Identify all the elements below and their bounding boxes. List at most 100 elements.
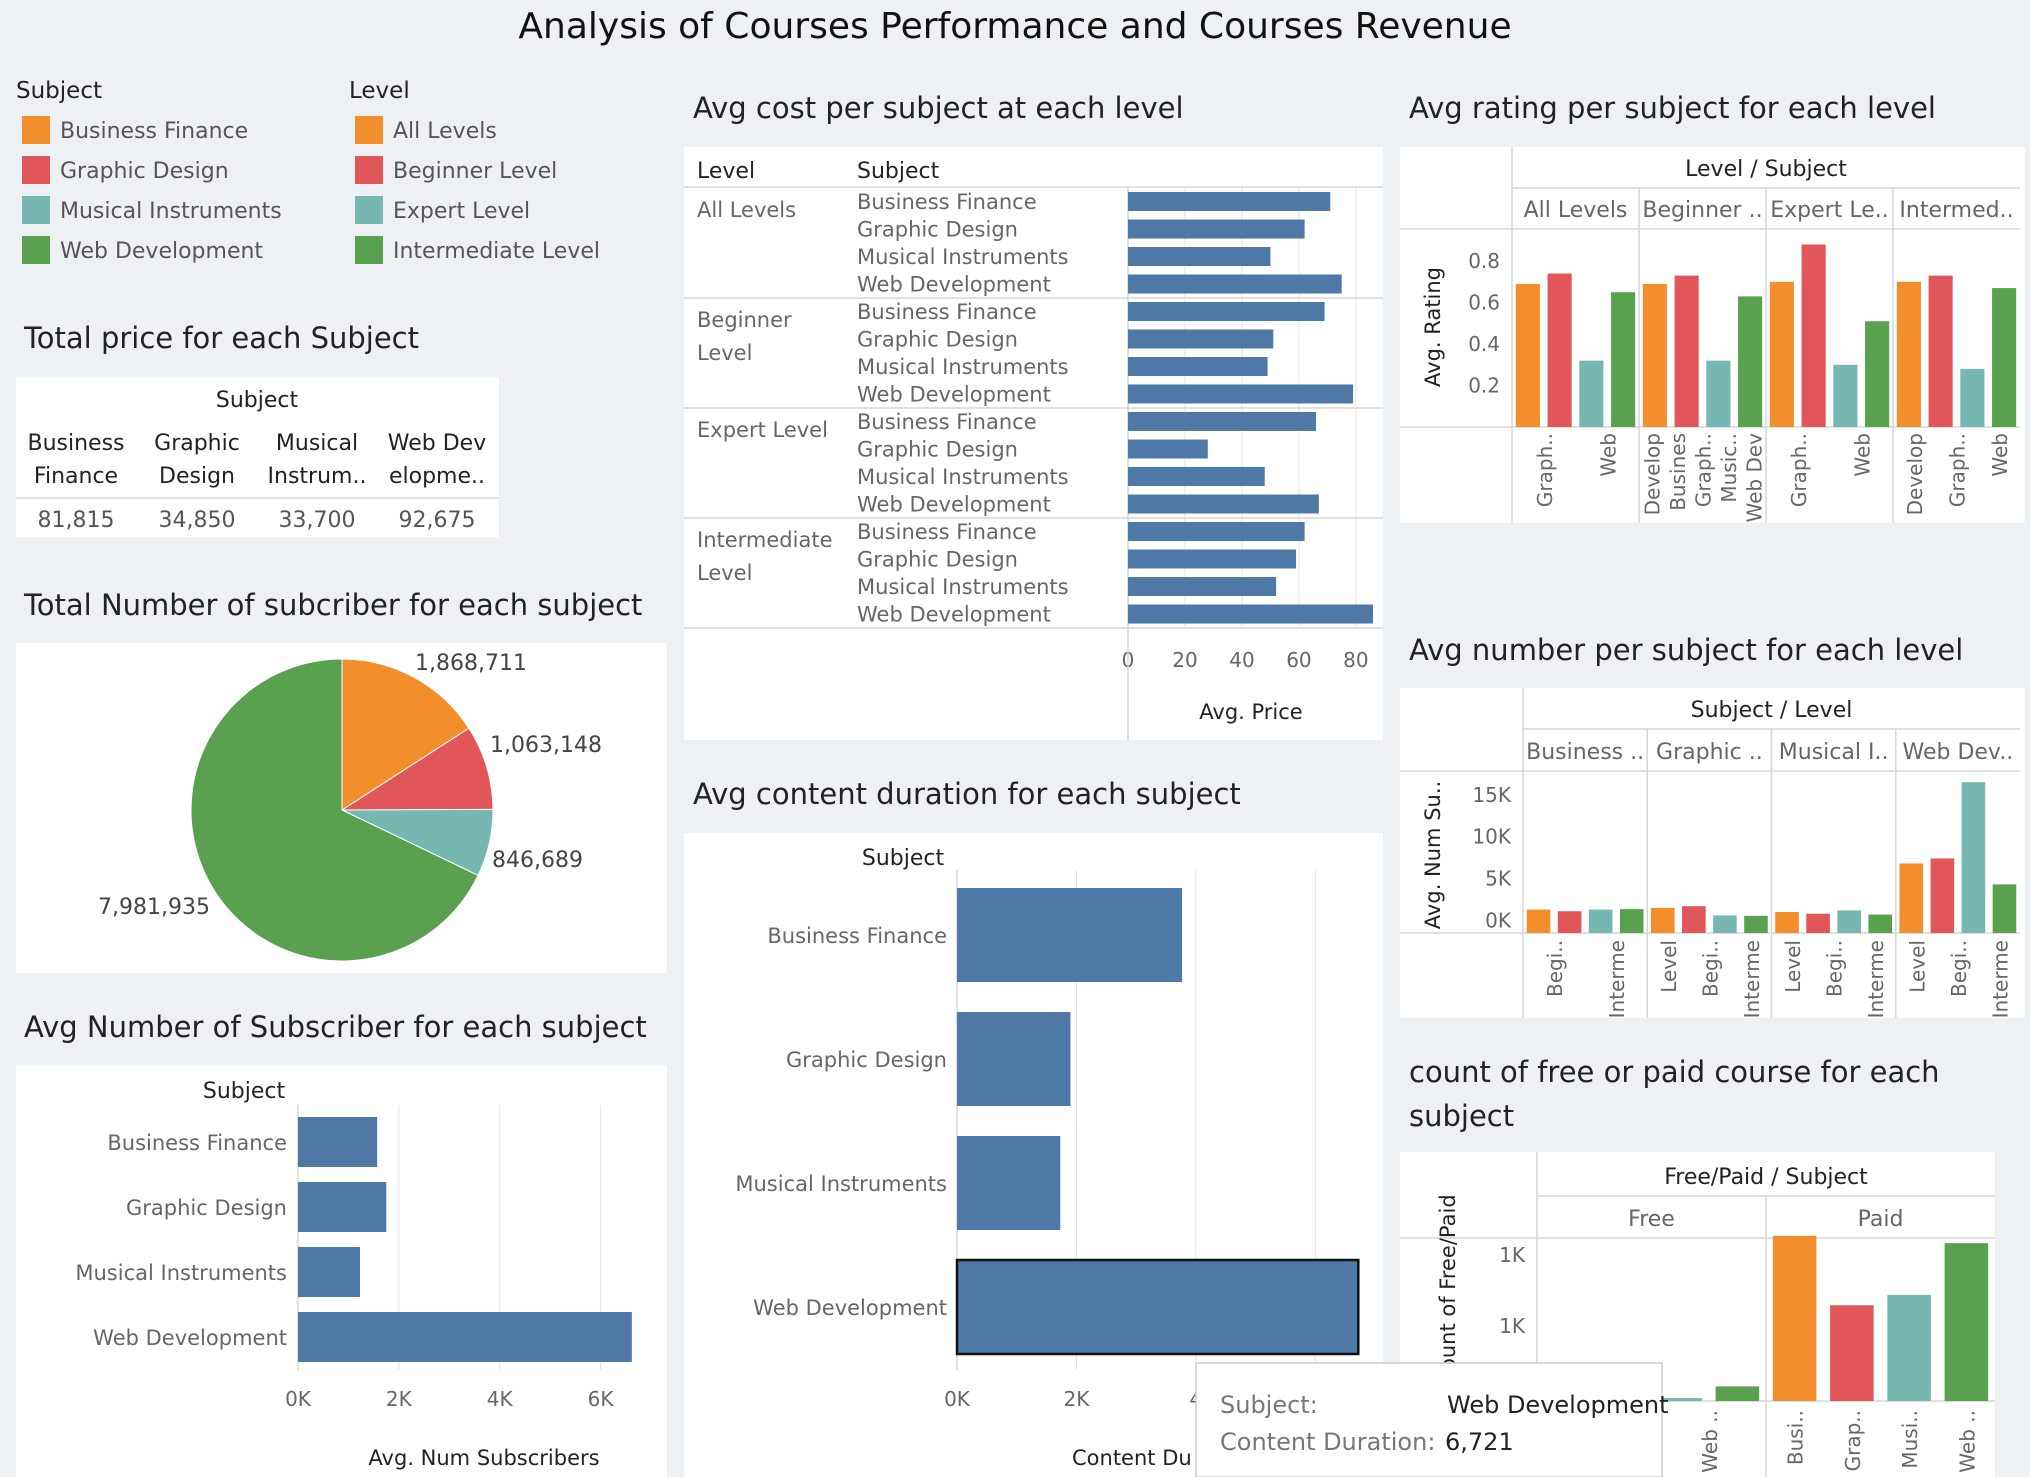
bar-web-development[interactable] bbox=[298, 1312, 632, 1362]
level-label: Beginner bbox=[697, 308, 792, 332]
legend-swatch-musical-instruments[interactable] bbox=[22, 196, 50, 224]
bar-paid-business-finance[interactable] bbox=[1772, 1235, 1817, 1401]
bar-web-development[interactable] bbox=[1128, 384, 1354, 404]
bar-business-finance[interactable] bbox=[1128, 522, 1305, 541]
x-tick-label: Develop bbox=[1903, 433, 1927, 515]
level-label: Level bbox=[697, 341, 752, 365]
bar-free-web-development[interactable] bbox=[1715, 1386, 1760, 1401]
legend-label-musical-instruments[interactable]: Musical Instruments bbox=[60, 199, 282, 224]
subject-label-musical-instruments: Musical Instruments bbox=[857, 355, 1069, 379]
y-tick-label: 1K bbox=[1499, 1243, 1526, 1267]
bar-paid-musical-instruments[interactable] bbox=[1887, 1294, 1931, 1401]
bar-graphic-all-levels[interactable] bbox=[1650, 907, 1675, 933]
bar-business-beginner-level[interactable] bbox=[1557, 911, 1582, 933]
category-label-web-development: Web Development bbox=[753, 1296, 947, 1320]
bar-beginner-graphic-design[interactable] bbox=[1674, 275, 1699, 427]
bar-musical-instruments[interactable] bbox=[1128, 247, 1271, 266]
x-tick-label: Web .. bbox=[1955, 1410, 1979, 1473]
bar-web-dev-expert-level[interactable] bbox=[1961, 782, 1986, 933]
legend-swatch-graphic-design[interactable] bbox=[22, 156, 50, 184]
bar-business-finance[interactable] bbox=[1128, 302, 1325, 321]
bar-musical-i-all-levels[interactable] bbox=[1775, 912, 1799, 933]
bar-intermed-musical-instruments[interactable] bbox=[1960, 368, 1985, 427]
bar-all-levels-web-development[interactable] bbox=[1611, 292, 1636, 427]
bar-graphic-design[interactable] bbox=[1128, 219, 1305, 239]
legend-label-graphic-design[interactable]: Graphic Design bbox=[60, 159, 229, 184]
bar-web-dev-all-levels[interactable] bbox=[1899, 863, 1924, 933]
bar-business-finance[interactable] bbox=[1128, 412, 1317, 431]
bar-musical-i-expert-level[interactable] bbox=[1837, 910, 1861, 933]
category-label-web-development: Web Development bbox=[93, 1326, 287, 1350]
bar-musical-instruments[interactable] bbox=[1128, 467, 1265, 486]
legend-swatch-intermediate-level[interactable] bbox=[355, 236, 383, 264]
legend-label-beginner-level[interactable]: Beginner Level bbox=[393, 159, 557, 184]
subject-label-musical-instruments: Musical Instruments bbox=[857, 465, 1069, 489]
bar-graphic-design[interactable] bbox=[957, 1012, 1071, 1106]
legend-swatch-expert-level[interactable] bbox=[355, 196, 383, 224]
bar-graphic-design[interactable] bbox=[1128, 329, 1274, 349]
bar-business-intermediate-level[interactable] bbox=[1619, 909, 1644, 933]
y-tick-label: 0K bbox=[1485, 908, 1512, 932]
bar-intermed-web-development[interactable] bbox=[1992, 288, 2017, 427]
bar-expert-le-musical-instruments[interactable] bbox=[1833, 364, 1858, 427]
bar-all-levels-musical-instruments[interactable] bbox=[1579, 360, 1604, 427]
bar-musical-instruments[interactable] bbox=[957, 1136, 1061, 1230]
subject-legend[interactable]: Subject Business Finance Graphic Design Mu… bbox=[16, 78, 282, 264]
x-tick-label: Busines bbox=[1666, 433, 1690, 511]
bar-beginner-business-finance[interactable] bbox=[1642, 283, 1667, 427]
bar-business-finance[interactable] bbox=[957, 888, 1183, 982]
panel-label-intermed: Intermed.. bbox=[1899, 198, 2013, 223]
x-tick-label: Interme bbox=[1988, 940, 2012, 1018]
bar-graphic-design[interactable] bbox=[1128, 439, 1208, 459]
bar-musical-i-beginner-level[interactable] bbox=[1806, 913, 1830, 933]
bar-paid-graphic-design[interactable] bbox=[1830, 1305, 1874, 1401]
y-tick-label: 1K bbox=[1499, 1314, 1526, 1338]
legend-swatch-business-finance[interactable] bbox=[22, 116, 50, 144]
avg-number-title: Avg number per subject for each level bbox=[1409, 633, 1963, 667]
bar-business-expert-level[interactable] bbox=[1588, 909, 1613, 933]
bar-web-development[interactable] bbox=[1128, 274, 1342, 294]
bar-graphic-beginner-level[interactable] bbox=[1682, 906, 1706, 933]
bar-intermed-business-finance[interactable] bbox=[1896, 281, 1921, 427]
bar-expert-le-web-development[interactable] bbox=[1865, 321, 1890, 427]
pie-label-web-development: 7,981,935 bbox=[98, 895, 210, 920]
bar-web-development[interactable] bbox=[1128, 604, 1373, 624]
bar-all-levels-graphic-design[interactable] bbox=[1547, 273, 1572, 427]
bar-business-finance[interactable] bbox=[1128, 192, 1331, 211]
bar-musical-i-intermediate-level[interactable] bbox=[1868, 914, 1893, 933]
legend-label-business-finance[interactable]: Business Finance bbox=[60, 119, 248, 144]
bar-musical-instruments[interactable] bbox=[298, 1247, 361, 1297]
legend-label-all-levels[interactable]: All Levels bbox=[393, 119, 497, 144]
bar-graphic-design[interactable] bbox=[298, 1182, 387, 1232]
dashboard-canvas: Analysis of Courses Performance and Cour… bbox=[16, 6, 2025, 1477]
column-header: Level / Subject bbox=[1685, 157, 1847, 182]
bar-expert-le-business-finance[interactable] bbox=[1769, 281, 1794, 427]
bar-web-development[interactable] bbox=[955, 1258, 1360, 1356]
bar-beginner-web-development[interactable] bbox=[1738, 296, 1763, 427]
bar-business-finance[interactable] bbox=[298, 1117, 378, 1167]
bar-musical-instruments[interactable] bbox=[1128, 577, 1277, 596]
price-col-head: Finance bbox=[34, 464, 118, 489]
bar-graphic-intermediate-level[interactable] bbox=[1744, 915, 1768, 933]
bar-expert-le-graphic-design[interactable] bbox=[1801, 244, 1826, 427]
bar-web-dev-intermediate-level[interactable] bbox=[1992, 884, 2017, 933]
bar-beginner-musical-instruments[interactable] bbox=[1706, 360, 1731, 427]
bar-musical-instruments[interactable] bbox=[1128, 357, 1268, 376]
bar-paid-web-development[interactable] bbox=[1944, 1243, 1989, 1401]
legend-swatch-beginner-level[interactable] bbox=[355, 156, 383, 184]
bar-intermed-graphic-design[interactable] bbox=[1928, 275, 1953, 427]
legend-label-intermediate-level[interactable]: Intermediate Level bbox=[393, 239, 600, 264]
level-legend[interactable]: Level All Levels Beginner Level Expert Lev… bbox=[349, 78, 600, 264]
legend-label-expert-level[interactable]: Expert Level bbox=[393, 199, 530, 224]
bar-web-development[interactable] bbox=[1128, 494, 1319, 514]
panel-label-web-dev: Web Dev.. bbox=[1903, 740, 2014, 765]
legend-swatch-web-development[interactable] bbox=[22, 236, 50, 264]
bar-graphic-design[interactable] bbox=[1128, 549, 1297, 569]
legend-label-web-development[interactable]: Web Development bbox=[60, 239, 263, 264]
bar-web-dev-beginner-level[interactable] bbox=[1930, 858, 1955, 933]
bar-business-all-levels[interactable] bbox=[1526, 909, 1551, 933]
bar-graphic-expert-level[interactable] bbox=[1713, 915, 1737, 933]
legend-swatch-all-levels[interactable] bbox=[355, 116, 383, 144]
bar-all-levels-business-finance[interactable] bbox=[1515, 283, 1540, 427]
subject-label-business-finance: Business Finance bbox=[857, 300, 1037, 324]
